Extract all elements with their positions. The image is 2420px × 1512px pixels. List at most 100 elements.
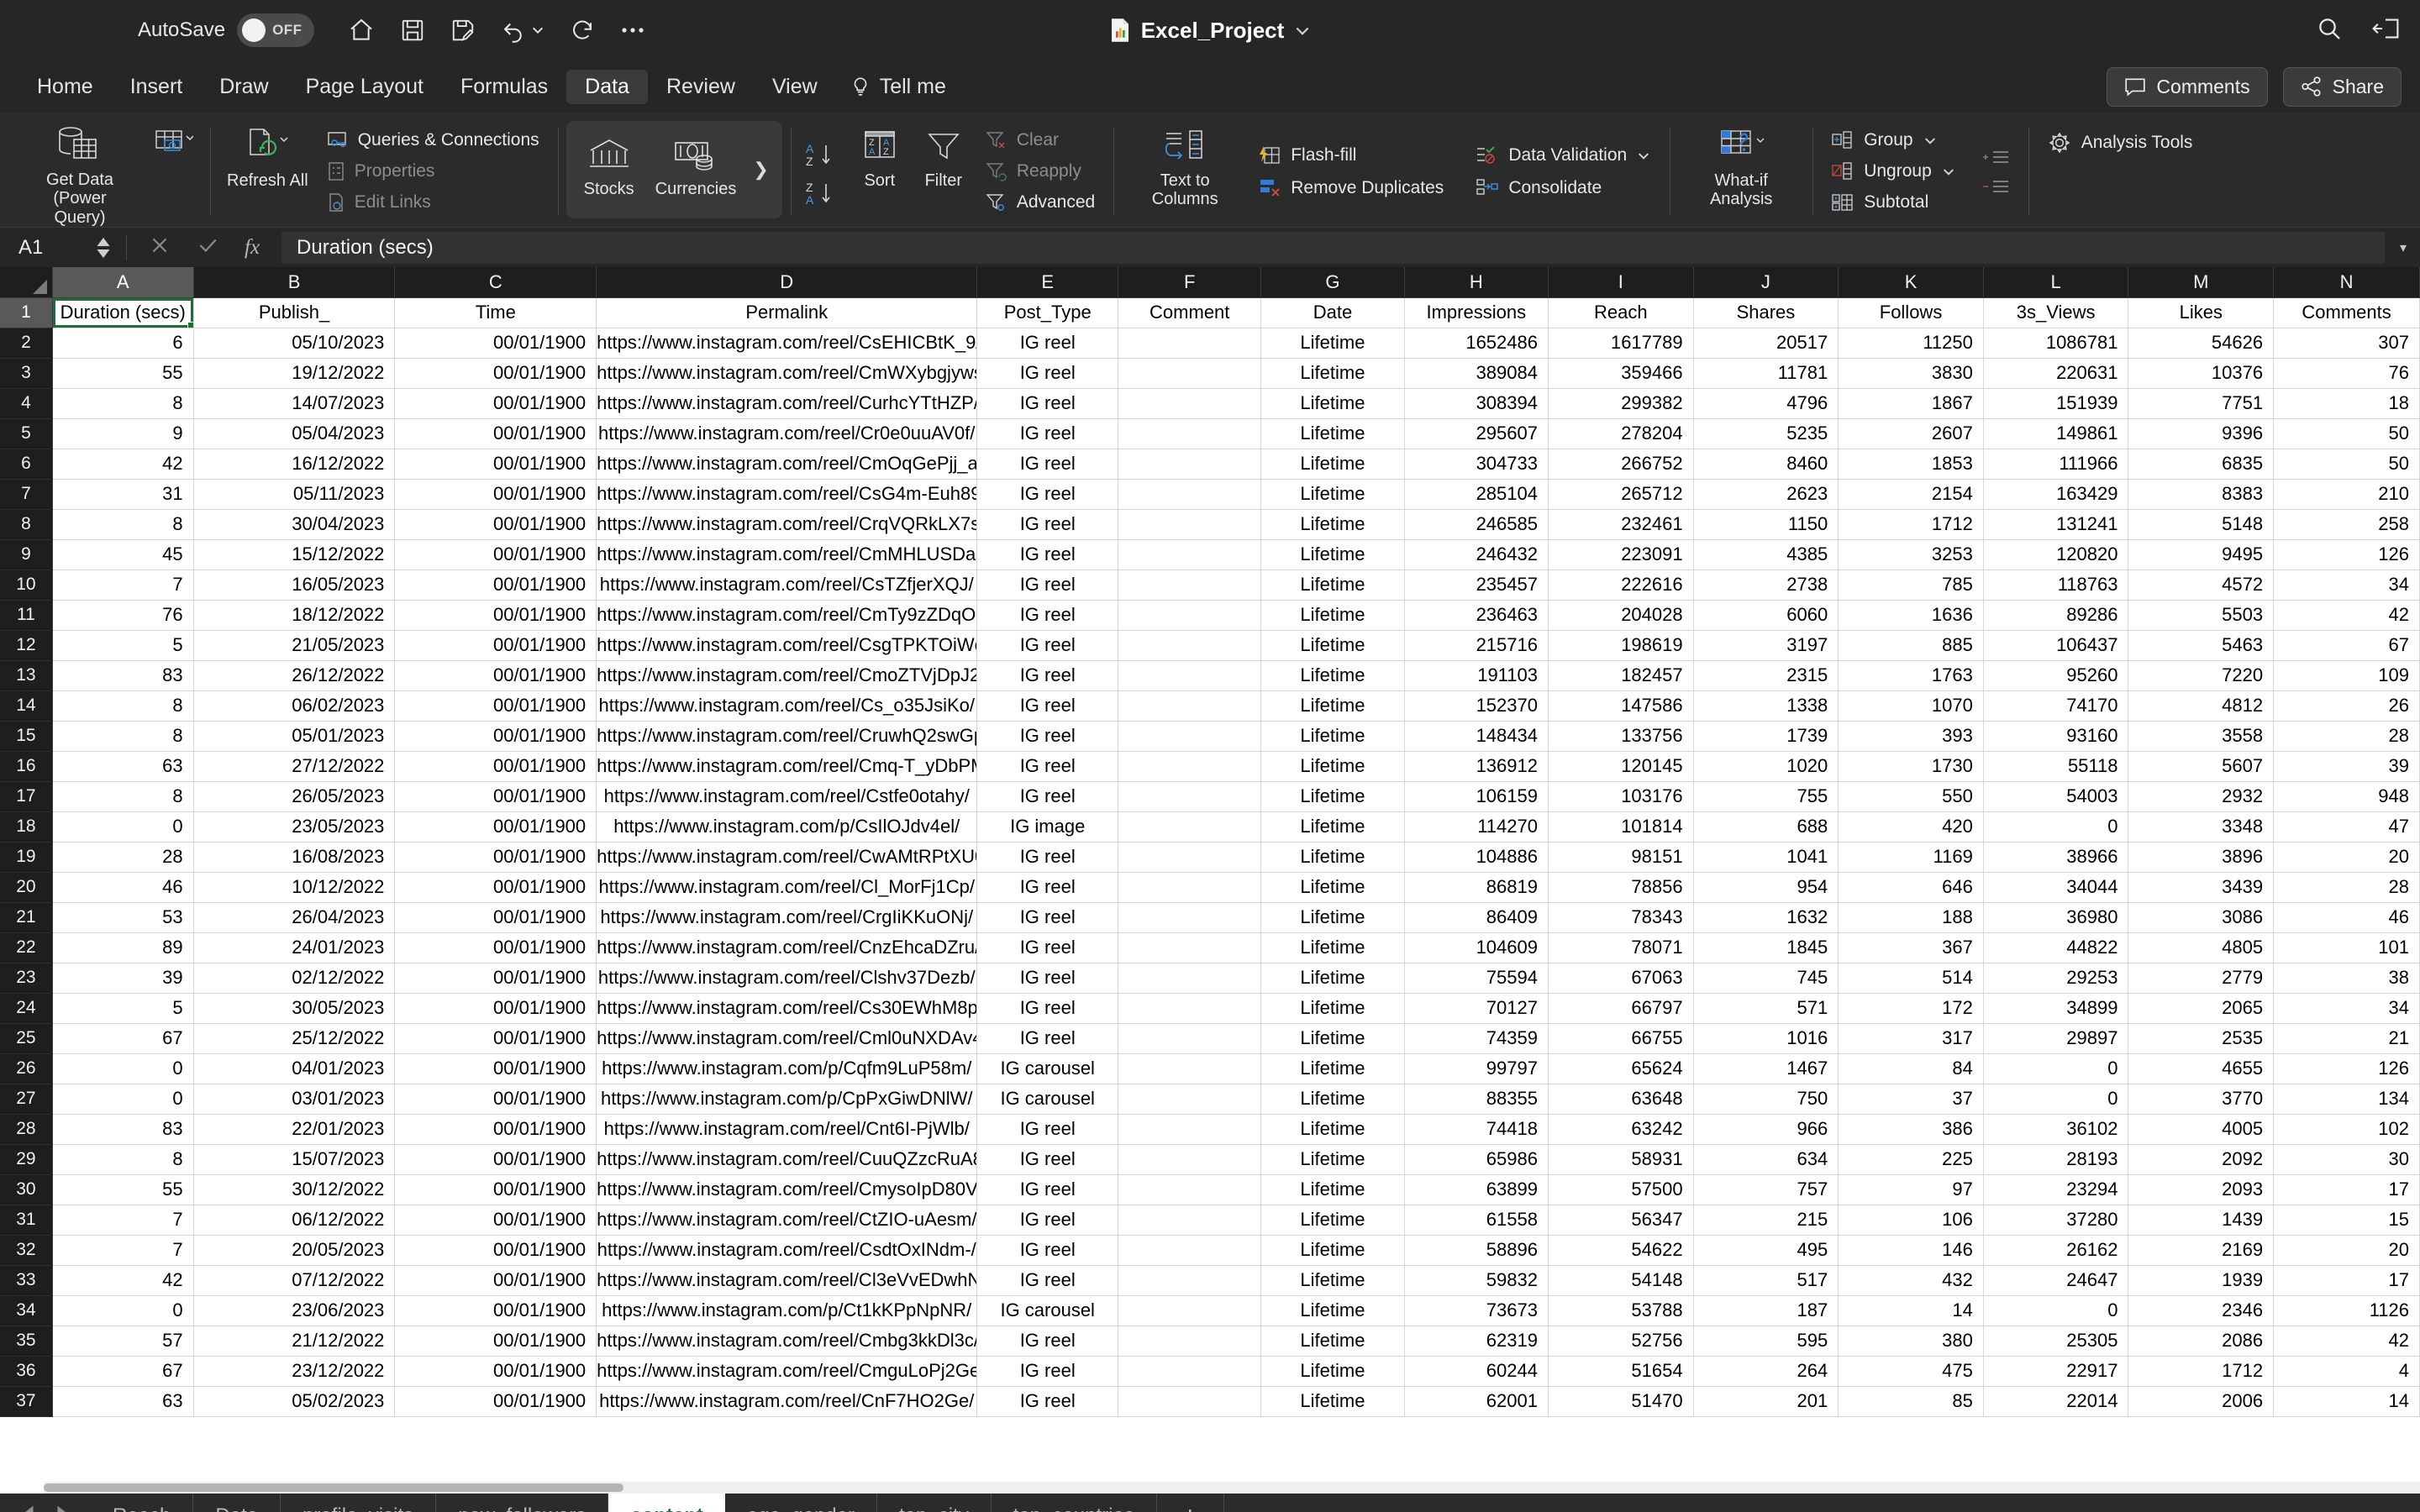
grid-cell[interactable]: https://www.instagram.com/reel/Cstfe0ota… [596,781,978,812]
grid-cell[interactable] [1118,721,1262,752]
grid-cell[interactable] [1118,751,1262,782]
header-cell[interactable]: Time [394,297,597,328]
grid-cell[interactable]: 30/04/2023 [193,509,396,540]
header-cell[interactable]: Reach [1548,297,1694,328]
grid-cell[interactable]: 00/01/1900 [394,1265,597,1296]
grid-cell[interactable]: https://www.instagram.com/reel/CnF7HO2Ge… [596,1386,978,1417]
grid-cell[interactable]: 74170 [1983,690,2129,722]
grid-cell[interactable]: 17 [2273,1265,2420,1296]
grid-cell[interactable]: Lifetime [1260,932,1405,963]
grid-cell[interactable]: 126 [2273,539,2420,570]
grid-cell[interactable]: 475 [1838,1356,1984,1387]
grid-cell[interactable]: 111966 [1983,449,2129,480]
row-header-24[interactable]: 24 [0,993,53,1024]
grid-cell[interactable]: 308394 [1404,388,1549,419]
queries-connections-button[interactable]: Queries & Connections [320,127,546,154]
grid-cell[interactable]: 948 [2273,781,2420,812]
grid-cell[interactable]: 550 [1838,781,1984,812]
consolidate-button[interactable]: Consolidate [1469,174,1658,202]
grid-cell[interactable]: 29897 [1983,1023,2129,1054]
refresh-all-button[interactable]: Refresh All [218,116,317,227]
grid-cell[interactable]: https://www.instagram.com/reel/CmysoIpD8… [596,1174,978,1205]
grid-cell[interactable]: 5503 [2128,600,2275,631]
grid-cell[interactable]: IG reel [976,1174,1119,1205]
grid-cell[interactable]: 60244 [1404,1356,1549,1387]
grid-cell[interactable] [1118,781,1262,812]
grid-cell[interactable]: 70127 [1404,993,1549,1024]
grid-cell[interactable]: 52756 [1548,1326,1694,1357]
sheet-tab-top-city[interactable]: top_city [877,1494,992,1512]
expand-formula-bar-icon[interactable]: ▾ [2400,239,2407,256]
grid-cell[interactable]: 595 [1693,1326,1839,1357]
grid-cell[interactable]: 45 [52,539,194,570]
grid-cell[interactable]: 106159 [1404,781,1549,812]
grid-cell[interactable]: https://www.instagram.com/reel/CmWXybgjy… [596,358,978,389]
grid-cell[interactable]: 191103 [1404,660,1549,691]
grid-cell[interactable] [1118,630,1262,661]
grid-cell[interactable]: 1636 [1838,600,1984,631]
grid-cell[interactable]: 954 [1693,872,1839,903]
grid-cell[interactable]: 265712 [1548,479,1694,510]
grid-cell[interactable]: 56347 [1548,1205,1694,1236]
grid-cell[interactable]: IG reel [976,358,1119,389]
analysis-tools-button[interactable]: Analysis Tools [2040,128,2200,158]
grid-cell[interactable]: https://www.instagram.com/reel/CsEHICBtK… [596,328,978,359]
grid-cell[interactable]: 00/01/1900 [394,1114,597,1145]
grid-cell[interactable]: 28 [2273,872,2420,903]
grid-cell[interactable]: 63648 [1548,1084,1694,1115]
grid-cell[interactable] [1118,1265,1262,1296]
column-header-k[interactable]: K [1838,267,1984,298]
grid-cell[interactable]: 4655 [2128,1053,2275,1084]
grid-cell[interactable]: 57 [52,1326,194,1357]
grid-cell[interactable]: 00/01/1900 [394,328,597,359]
formula-input[interactable]: Duration (secs) [281,231,2385,264]
grid-cell[interactable]: 2086 [2128,1326,2275,1357]
grid-cell[interactable]: Lifetime [1260,660,1405,691]
search-icon[interactable] [2316,15,2343,46]
column-header-f[interactable]: F [1118,267,1262,298]
sort-az-button[interactable]: AZ [804,140,839,169]
grid-cell[interactable]: Lifetime [1260,1114,1405,1145]
grid-cell[interactable]: 02/12/2022 [193,963,396,994]
row-header-5[interactable]: 5 [0,418,53,449]
horizontal-scrollbar-thumb[interactable] [44,1483,623,1492]
grid-cell[interactable]: 05/04/2023 [193,418,396,449]
horizontal-scrollbar[interactable] [44,1482,2420,1494]
grid-cell[interactable]: IG reel [976,539,1119,570]
row-header-32[interactable]: 32 [0,1235,53,1266]
grid-cell[interactable]: IG reel [976,479,1119,510]
undo-icon[interactable] [501,18,544,43]
share-button[interactable]: Share [2282,66,2402,107]
grid-cell[interactable]: 54148 [1548,1265,1694,1296]
grid-cell[interactable]: 14 [2273,1386,2420,1417]
grid-cell[interactable]: 4796 [1693,388,1839,419]
get-data-button[interactable]: Get Data (Power Query) [17,116,143,227]
sheet-tab-age-gender[interactable]: age_gender [725,1494,877,1512]
row-header-36[interactable]: 36 [0,1356,53,1387]
grid-cell[interactable]: Lifetime [1260,630,1405,661]
grid-cell[interactable]: 3770 [2128,1084,2275,1115]
grid-cell[interactable]: 757 [1693,1174,1839,1205]
grid-cell[interactable]: Lifetime [1260,1023,1405,1054]
column-header-l[interactable]: L [1983,267,2129,298]
grid-cell[interactable]: 1867 [1838,388,1984,419]
grid-cell[interactable]: 00/01/1900 [394,388,597,419]
data-from-picture-button[interactable] [143,116,202,227]
grid-cell[interactable]: 4812 [2128,690,2275,722]
sheet-tab-content[interactable]: content [608,1494,725,1512]
grid-cell[interactable]: 0 [52,1295,194,1326]
grid-cell[interactable]: 58931 [1548,1144,1694,1175]
column-header-b[interactable]: B [193,267,396,298]
grid-cell[interactable]: 1853 [1838,449,1984,480]
home-icon[interactable] [348,17,375,44]
grid-cell[interactable]: IG reel [976,570,1119,601]
grid-cell[interactable]: 3086 [2128,902,2275,933]
grid-cell[interactable]: 26/05/2023 [193,781,396,812]
grid-cell[interactable] [1118,842,1262,873]
grid-cell[interactable]: 0 [52,1053,194,1084]
grid-cell[interactable]: 00/01/1900 [394,1326,597,1357]
grid-cell[interactable]: 118763 [1983,570,2129,601]
grid-cell[interactable]: 25305 [1983,1326,2129,1357]
grid-cell[interactable] [1118,660,1262,691]
grid-cell[interactable]: 3830 [1838,358,1984,389]
